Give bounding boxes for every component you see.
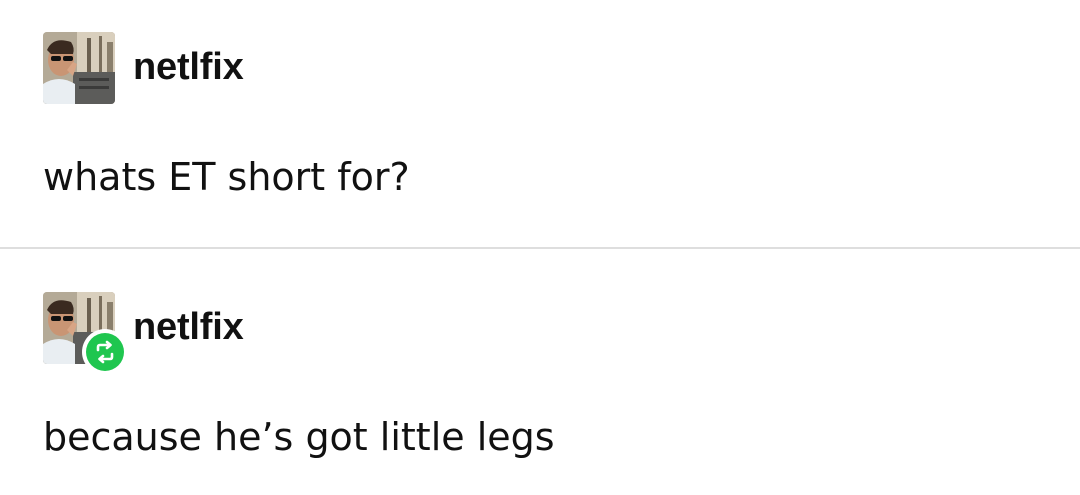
post: netlfix whats ET short for? [0,0,1080,248]
avatar[interactable] [43,292,128,375]
avatar-photo [43,32,115,104]
post: netlfix because he’s got little legs [0,250,1080,495]
post-divider [0,247,1080,249]
username[interactable]: netlfix [133,308,244,346]
post-header: netlfix [43,32,244,104]
post-body-text: because he’s got little legs [43,415,555,459]
post-body-text: whats ET short for? [43,155,410,199]
avatar[interactable] [43,32,115,104]
reblog-icon [86,333,124,371]
post-header: netlfix [43,292,244,375]
reblog-badge [82,329,128,375]
username[interactable]: netlfix [133,48,244,86]
